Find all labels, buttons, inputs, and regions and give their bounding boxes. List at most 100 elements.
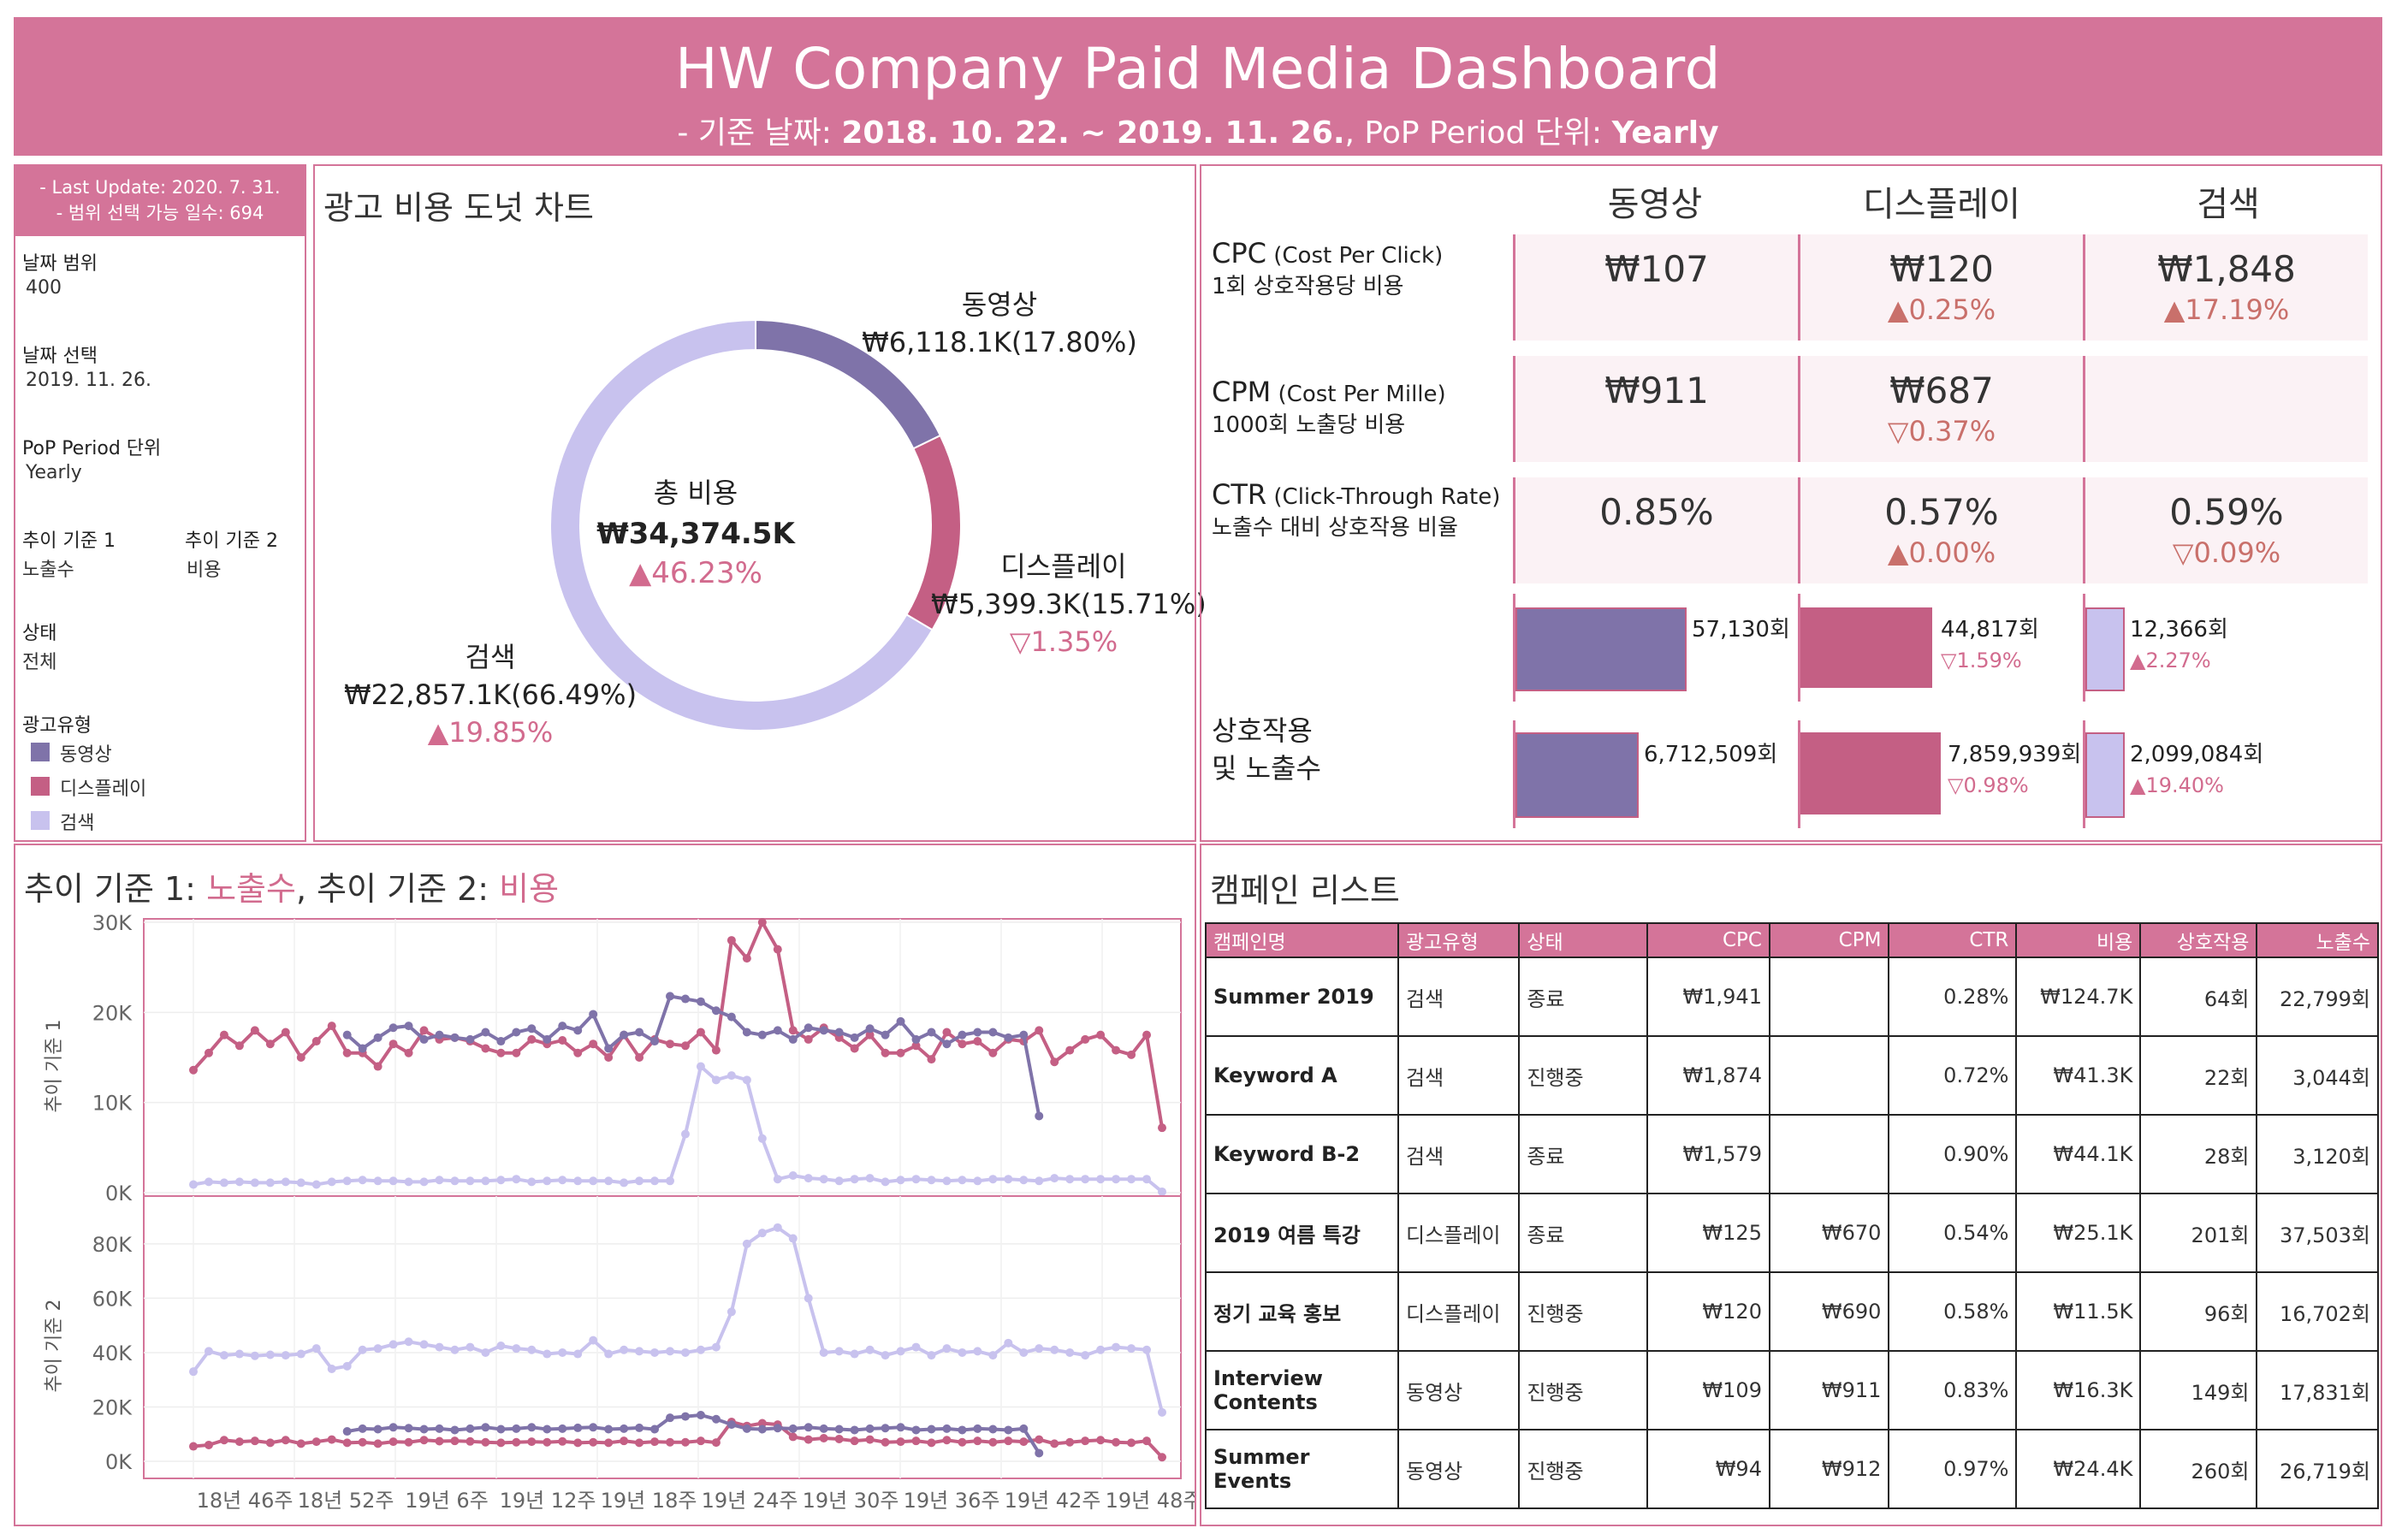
cpm-video-card[interactable]: ₩911 — [1513, 356, 1798, 462]
data-point[interactable] — [604, 1438, 614, 1448]
data-point[interactable] — [342, 1176, 352, 1186]
data-point[interactable] — [620, 1030, 629, 1040]
data-point[interactable] — [757, 1424, 767, 1434]
col-ad-type[interactable]: 광고유형 — [1397, 922, 1521, 958]
data-point[interactable] — [204, 1048, 213, 1057]
data-point[interactable] — [680, 1437, 690, 1447]
data-point[interactable] — [419, 1026, 429, 1035]
data-point[interactable] — [527, 1024, 537, 1034]
data-point[interactable] — [881, 1048, 890, 1057]
cpc-search-card[interactable]: ₩1,848 ▲17.19% — [2083, 234, 2368, 341]
table-row[interactable]: Summer Events 동영상 진행중 ₩94 ₩912 0.97% ₩24.4K 260… — [1205, 1429, 2379, 1509]
data-point[interactable] — [1081, 1175, 1090, 1184]
legend-item-display[interactable]: 디스플레이 — [60, 773, 146, 801]
pop-period-select[interactable]: Yearly — [26, 462, 82, 483]
data-point[interactable] — [742, 1028, 751, 1037]
data-point[interactable] — [1035, 1344, 1044, 1353]
table-row[interactable]: 2019 여름 특강 디스플레이 종료 ₩125 ₩670 0.54% ₩25.1K 201회… — [1205, 1193, 2379, 1273]
data-point[interactable] — [804, 1023, 813, 1033]
data-point[interactable] — [742, 954, 751, 963]
data-point[interactable] — [281, 1177, 290, 1187]
data-point[interactable] — [388, 1176, 398, 1186]
data-point[interactable] — [189, 1065, 198, 1075]
data-point[interactable] — [711, 1438, 721, 1448]
data-point[interactable] — [927, 1176, 936, 1185]
data-point[interactable] — [573, 1438, 583, 1448]
data-point[interactable] — [496, 1438, 506, 1448]
interaction-display-cell[interactable]: 44,817회 ▽1.59% — [1798, 594, 2083, 702]
data-point[interactable] — [988, 1437, 998, 1447]
table-row[interactable]: Interview Contents 동영상 진행중 ₩109 ₩911 0.83% ₩16… — [1205, 1350, 2379, 1430]
data-point[interactable] — [296, 1178, 305, 1188]
data-point[interactable] — [1019, 1437, 1029, 1447]
data-point[interactable] — [881, 1424, 890, 1433]
data-point[interactable] — [696, 1028, 705, 1037]
data-point[interactable] — [635, 1053, 644, 1062]
data-point[interactable] — [481, 1423, 490, 1432]
data-point[interactable] — [788, 1026, 798, 1035]
data-point[interactable] — [973, 1037, 982, 1046]
data-point[interactable] — [1112, 1175, 1121, 1184]
data-point[interactable] — [757, 1229, 767, 1238]
data-point[interactable] — [850, 1425, 859, 1435]
data-point[interactable] — [281, 1436, 290, 1445]
data-point[interactable] — [865, 1424, 875, 1433]
data-point[interactable] — [865, 1345, 875, 1354]
data-point[interactable] — [1065, 1348, 1075, 1357]
data-point[interactable] — [512, 1175, 521, 1184]
data-point[interactable] — [834, 1424, 844, 1434]
data-point[interactable] — [773, 1424, 782, 1433]
data-point[interactable] — [589, 1437, 598, 1447]
data-point[interactable] — [250, 1026, 259, 1035]
data-point[interactable] — [234, 1041, 244, 1051]
data-point[interactable] — [650, 1437, 660, 1447]
data-point[interactable] — [481, 1044, 490, 1053]
col-cpc[interactable]: CPC — [1646, 922, 1770, 958]
data-point[interactable] — [666, 1437, 675, 1447]
data-point[interactable] — [927, 1438, 936, 1448]
data-point[interactable] — [819, 1175, 828, 1184]
data-point[interactable] — [711, 1414, 721, 1424]
data-point[interactable] — [250, 1178, 259, 1188]
data-point[interactable] — [850, 1436, 859, 1446]
data-point[interactable] — [527, 1437, 537, 1447]
data-point[interactable] — [373, 1424, 383, 1434]
data-point[interactable] — [1158, 1123, 1166, 1133]
data-point[interactable] — [911, 1034, 921, 1044]
data-point[interactable] — [234, 1437, 244, 1447]
data-point[interactable] — [373, 1062, 383, 1071]
data-point[interactable] — [342, 1427, 352, 1436]
data-point[interactable] — [1019, 1176, 1029, 1185]
data-point[interactable] — [881, 1351, 890, 1360]
data-point[interactable] — [589, 1040, 598, 1049]
series-line-검색[interactable] — [193, 1063, 1164, 1194]
data-point[interactable] — [311, 1037, 321, 1046]
data-point[interactable] — [358, 1424, 367, 1433]
cpm-search-card[interactable] — [2083, 356, 2368, 462]
data-point[interactable] — [1081, 1436, 1090, 1446]
data-point[interactable] — [711, 1342, 721, 1352]
data-point[interactable] — [865, 1024, 875, 1034]
data-point[interactable] — [881, 1437, 890, 1447]
data-point[interactable] — [543, 1424, 552, 1434]
data-point[interactable] — [342, 1048, 352, 1057]
data-point[interactable] — [711, 1006, 721, 1016]
data-point[interactable] — [896, 1176, 905, 1185]
col-interactions[interactable]: 상호작용 — [2139, 922, 2258, 958]
legend-item-search[interactable]: 검색 — [60, 808, 94, 835]
data-point[interactable] — [604, 1349, 614, 1359]
data-point[interactable] — [620, 1178, 629, 1188]
data-point[interactable] — [757, 918, 767, 927]
data-point[interactable] — [604, 1044, 614, 1053]
data-point[interactable] — [388, 1423, 398, 1432]
data-point[interactable] — [988, 1424, 998, 1434]
cpc-video-card[interactable]: ₩107 — [1513, 234, 1798, 341]
data-point[interactable] — [450, 1425, 460, 1435]
data-point[interactable] — [342, 1030, 352, 1040]
data-point[interactable] — [650, 1037, 660, 1046]
data-point[interactable] — [1019, 1348, 1029, 1357]
data-point[interactable] — [804, 1294, 813, 1303]
data-point[interactable] — [512, 1028, 521, 1037]
col-ctr[interactable]: CTR — [1888, 922, 2018, 958]
data-point[interactable] — [219, 1178, 228, 1188]
